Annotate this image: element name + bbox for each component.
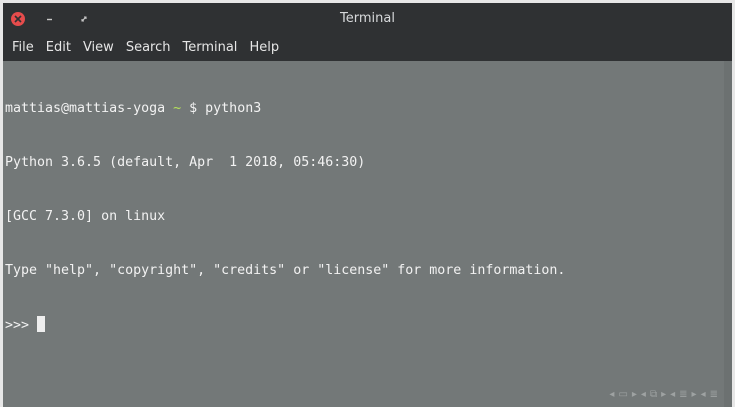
prompt-directory: ~ <box>173 101 182 116</box>
arrow-right-icon: ▸ <box>631 389 637 400</box>
output-line-help: Type "help", "copyright", "credits" or "… <box>5 263 566 278</box>
text-cursor <box>37 316 46 332</box>
menu-view[interactable]: View <box>77 35 120 61</box>
output-line-gcc: [GCC 7.3.0] on linux <box>5 209 166 224</box>
close-button[interactable] <box>10 11 26 27</box>
maximize-button[interactable] <box>76 11 92 27</box>
status-indicators: ◂ ▭ ▸ ◂ ⧉ ▸ ◂ ≣ ▸ ◂ ≣ <box>609 387 718 403</box>
lines-icon: ≣ <box>709 389 718 400</box>
minimize-button[interactable] <box>42 11 58 27</box>
menu-bar: File Edit View Search Terminal Help <box>3 35 732 61</box>
window-title: Terminal <box>340 11 395 26</box>
arrow-left-icon: ◂ <box>640 389 646 400</box>
scrollbar[interactable] <box>724 61 732 407</box>
menu-search[interactable]: Search <box>120 35 177 61</box>
menu-help[interactable]: Help <box>243 35 285 61</box>
repl-prompt: >>> <box>5 318 30 333</box>
prompt-line: mattias@mattias-yoga ~ $ python3 <box>5 100 732 118</box>
window-icon: ▭ <box>618 389 628 400</box>
prompt-command: $ python3 <box>189 101 262 116</box>
title-bar[interactable]: Terminal <box>3 3 732 35</box>
menu-file[interactable]: File <box>6 35 40 61</box>
repl-line: >>> <box>5 316 732 334</box>
arrow-left-icon: ◂ <box>700 389 706 400</box>
terminal-window: Terminal File Edit View Search Terminal … <box>3 3 732 407</box>
minimize-icon <box>47 18 52 21</box>
copy-icon: ⧉ <box>649 389 658 400</box>
arrow-left-icon: ◂ <box>609 389 615 400</box>
lines-icon: ≣ <box>679 389 688 400</box>
maximize-icon <box>81 16 87 22</box>
arrow-right-icon: ▸ <box>691 389 697 400</box>
menu-edit[interactable]: Edit <box>40 35 77 61</box>
close-icon <box>11 12 25 26</box>
prompt-user: mattias@mattias-yoga <box>5 101 166 116</box>
arrow-left-icon: ◂ <box>670 389 676 400</box>
terminal-output[interactable]: mattias@mattias-yoga ~ $ python3 Python … <box>3 61 732 407</box>
arrow-right-icon: ▸ <box>661 389 667 400</box>
output-line-version: Python 3.6.5 (default, Apr 1 2018, 05:46… <box>5 155 366 170</box>
menu-terminal[interactable]: Terminal <box>176 35 243 61</box>
